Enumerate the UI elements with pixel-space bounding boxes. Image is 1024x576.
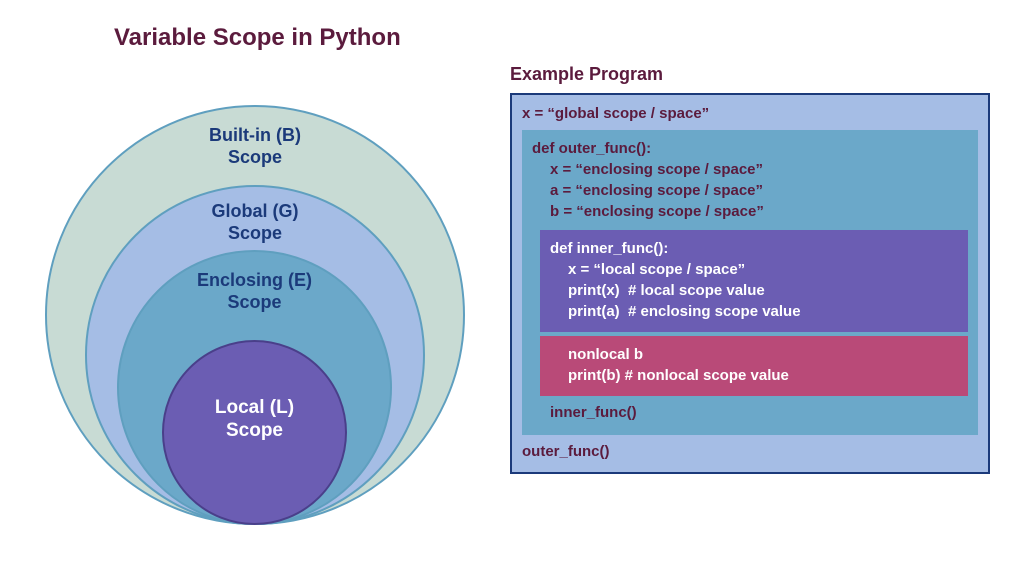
builtin-line1: Built-in (B) xyxy=(209,125,301,145)
local-line1: Local (L) xyxy=(215,397,294,418)
enclosing-line2: Scope xyxy=(227,292,281,312)
outer-def-line: def outer_func(): xyxy=(532,138,968,159)
outer-call-line: outer_func() xyxy=(522,441,978,462)
enclosing-line1: Enclosing (E) xyxy=(197,270,312,290)
global-x-line: x = “global scope / space” xyxy=(522,103,978,124)
global-scope-box: x = “global scope / space” def outer_fun… xyxy=(510,93,990,474)
global-scope-label: Global (G) Scope xyxy=(212,201,299,244)
scope-diagram: Built-in (B) Scope Global (G) Scope Encl… xyxy=(45,70,465,560)
enclosing-scope-label: Enclosing (E) Scope xyxy=(197,270,312,313)
local-scope-label: Local (L) Scope xyxy=(215,397,294,443)
builtin-scope-label: Built-in (B) Scope xyxy=(209,125,301,168)
print-b-line: print(b) # nonlocal scope value xyxy=(550,365,958,386)
example-program: Example Program x = “global scope / spac… xyxy=(510,64,990,474)
example-title: Example Program xyxy=(510,64,990,85)
nonlocal-scope-box: nonlocal b print(b) # nonlocal scope val… xyxy=(540,336,968,396)
inner-x-line: x = “local scope / space” xyxy=(550,259,958,280)
inner-printx-line: print(x) # local scope value xyxy=(550,280,958,301)
outer-x-line: x = “enclosing scope / space” xyxy=(532,159,968,180)
enclosing-scope-box: def outer_func(): x = “enclosing scope /… xyxy=(522,130,978,435)
inner-def-line: def inner_func(): xyxy=(550,238,958,259)
local-line2: Scope xyxy=(226,420,283,441)
local-scope-box: def inner_func(): x = “local scope / spa… xyxy=(540,230,968,332)
builtin-line2: Scope xyxy=(228,147,282,167)
inner-printa-line: print(a) # enclosing scope value xyxy=(550,301,958,322)
inner-call-line: inner_func() xyxy=(532,402,968,423)
outer-b-line: b = “enclosing scope / space” xyxy=(532,201,968,222)
global-line2: Scope xyxy=(228,223,282,243)
page-title: Variable Scope in Python xyxy=(114,24,401,52)
local-scope-circle: Local (L) Scope xyxy=(162,340,347,525)
global-line1: Global (G) xyxy=(212,201,299,221)
nonlocal-b-line: nonlocal b xyxy=(550,344,958,365)
outer-a-line: a = “enclosing scope / space” xyxy=(532,180,968,201)
